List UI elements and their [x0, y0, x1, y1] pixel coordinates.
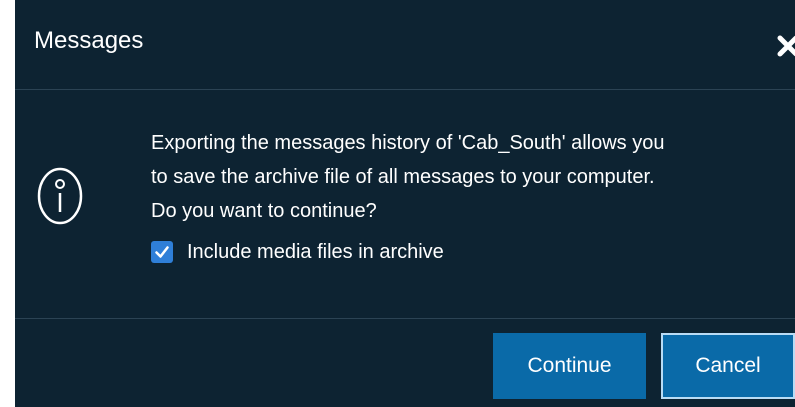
dialog-message: Exporting the messages history of 'Cab_S…	[151, 126, 795, 228]
include-media-checkbox-label: Include media files in archive	[187, 240, 444, 263]
cancel-button[interactable]: Cancel	[661, 333, 795, 399]
dialog-footer: Continue Cancel	[15, 318, 795, 407]
info-icon	[36, 164, 86, 228]
close-icon[interactable]	[776, 34, 795, 58]
dialog-header: Messages	[15, 0, 795, 90]
messages-dialog: Messages Exporting the messages history …	[15, 0, 795, 407]
continue-button[interactable]: Continue	[493, 333, 646, 399]
message-line: to save the archive file of all messages…	[151, 166, 655, 188]
include-media-checkbox[interactable]	[151, 241, 173, 263]
message-line: Do you want to continue?	[151, 200, 377, 222]
dialog-title: Messages	[34, 27, 144, 54]
message-line: Exporting the messages history of 'Cab_S…	[151, 132, 665, 154]
include-media-checkbox-row[interactable]: Include media files in archive	[151, 236, 444, 268]
